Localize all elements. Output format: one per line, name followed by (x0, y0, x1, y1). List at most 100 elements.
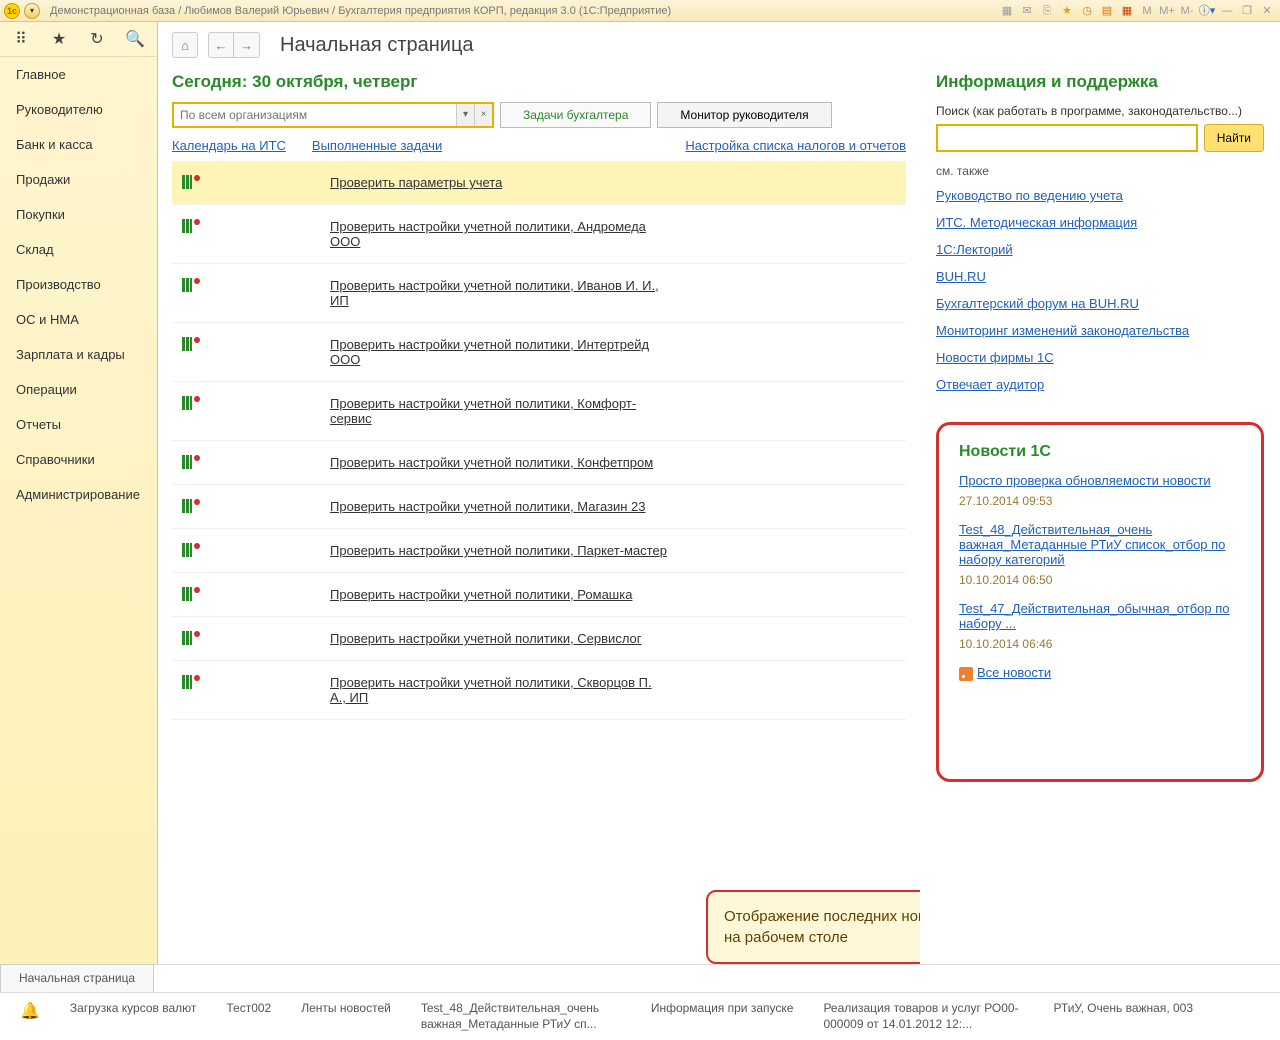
today-heading: Сегодня: 30 октября, четверг (172, 72, 906, 92)
maximize-icon[interactable]: ❐ (1238, 3, 1256, 19)
task-row[interactable]: Проверить настройки учетной политики, Ко… (172, 382, 906, 441)
home-button[interactable]: ⌂ (172, 32, 198, 58)
sidebar-item[interactable]: Зарплата и кадры (0, 337, 157, 372)
task-row[interactable]: Проверить настройки учетной политики, Ск… (172, 661, 906, 720)
task-icon (182, 219, 200, 233)
mem-m[interactable]: M (1138, 3, 1156, 19)
info-link[interactable]: ИТС. Методическая информация (936, 215, 1264, 230)
task-icon (182, 543, 200, 557)
apps-icon[interactable]: ⠿ (12, 30, 30, 48)
chevron-down-icon[interactable]: ▾ (456, 104, 474, 126)
sidebar-item[interactable]: Отчеты (0, 407, 157, 442)
task-link[interactable]: Проверить настройки учетной политики, Па… (330, 543, 667, 558)
info-link[interactable]: 1С:Лекторий (936, 242, 1264, 257)
sidebar-item[interactable]: Продажи (0, 162, 157, 197)
task-icon (182, 278, 200, 292)
news-link[interactable]: Test_47_Действительная_обычная_отбор по … (959, 601, 1241, 631)
sidebar-item[interactable]: Производство (0, 267, 157, 302)
info-link[interactable]: Руководство по ведению учета (936, 188, 1264, 203)
dropdown-icon[interactable]: ▾ (24, 3, 40, 19)
task-icon (182, 337, 200, 351)
sidebar-item[interactable]: Руководителю (0, 92, 157, 127)
sidebar: ⠿ ★ ↻ 🔍 ГлавноеРуководителюБанк и кассаП… (0, 22, 158, 964)
star-icon[interactable]: ★ (50, 30, 68, 48)
tab-monitor[interactable]: Монитор руководителя (657, 102, 831, 128)
sidebar-item[interactable]: Покупки (0, 197, 157, 232)
tab-tasks[interactable]: Задачи бухгалтера (500, 102, 651, 128)
sidebar-item[interactable]: Склад (0, 232, 157, 267)
sidebar-item[interactable]: Банк и касса (0, 127, 157, 162)
task-link[interactable]: Проверить настройки учетной политики, Ро… (330, 587, 632, 602)
status-item[interactable]: РТиУ, Очень важная, 003 (1053, 1001, 1193, 1032)
callout: Отображение последних новостей на рабоче… (706, 890, 920, 964)
task-row[interactable]: Проверить настройки учетной политики, Па… (172, 529, 906, 573)
info-icon[interactable]: ⓘ▾ (1198, 3, 1216, 19)
task-row[interactable]: Проверить настройки учетной политики, Ив… (172, 264, 906, 323)
task-link[interactable]: Проверить настройки учетной политики, Ин… (330, 337, 670, 367)
org-filter[interactable]: ▾ × (172, 102, 494, 128)
close-icon[interactable]: ✕ (1258, 3, 1276, 19)
title-bar: 1c ▾ Демонстрационная база / Любимов Вал… (0, 0, 1280, 22)
mem-mminus[interactable]: M- (1178, 3, 1196, 19)
search-input[interactable] (936, 124, 1198, 152)
task-row[interactable]: Проверить настройки учетной политики, Ро… (172, 573, 906, 617)
task-row[interactable]: Проверить настройки учетной политики, Се… (172, 617, 906, 661)
tool-icon[interactable]: ✉ (1018, 3, 1036, 19)
status-item[interactable]: Реализация товаров и услуг РО00-000009 о… (823, 1001, 1023, 1032)
all-news-link[interactable]: Все новости (977, 665, 1051, 680)
history-icon[interactable]: ↻ (88, 30, 106, 48)
info-link[interactable]: Новости фирмы 1С (936, 350, 1264, 365)
task-link[interactable]: Проверить настройки учетной политики, Ко… (330, 455, 653, 470)
clock-icon[interactable]: ◷ (1078, 3, 1096, 19)
task-link[interactable]: Проверить параметры учета (330, 175, 502, 190)
status-item[interactable]: Тест002 (226, 1001, 271, 1032)
task-row[interactable]: Проверить настройки учетной политики, Ин… (172, 323, 906, 382)
status-item[interactable]: Информация при запуске (651, 1001, 794, 1032)
info-link[interactable]: Мониторинг изменений законодательства (936, 323, 1264, 338)
back-button[interactable]: ← (208, 32, 234, 58)
link-calendar[interactable]: Календарь на ИТС (172, 138, 286, 153)
calc-icon[interactable]: ▤ (1098, 3, 1116, 19)
sidebar-item[interactable]: Главное (0, 57, 157, 92)
news-link[interactable]: Test_48_Действительная_очень важная_Мета… (959, 522, 1241, 567)
task-row[interactable]: Проверить настройки учетной политики, Ма… (172, 485, 906, 529)
task-link[interactable]: Проверить настройки учетной политики, Ск… (330, 675, 670, 705)
calendar-icon[interactable]: ▦ (1118, 3, 1136, 19)
task-link[interactable]: Проверить настройки учетной политики, Ан… (330, 219, 670, 249)
bottom-tab[interactable]: Начальная страница (0, 964, 154, 992)
task-row[interactable]: Проверить настройки учетной политики, Ан… (172, 205, 906, 264)
status-item[interactable]: Ленты новостей (301, 1001, 391, 1032)
task-icon (182, 396, 200, 410)
task-link[interactable]: Проверить настройки учетной политики, Ма… (330, 499, 646, 514)
task-link[interactable]: Проверить настройки учетной политики, Се… (330, 631, 642, 646)
forward-button[interactable]: → (234, 32, 260, 58)
org-input[interactable] (174, 104, 456, 126)
news-link[interactable]: Просто проверка обновляемости новости (959, 473, 1241, 488)
sidebar-item[interactable]: ОС и НМА (0, 302, 157, 337)
link-report-settings[interactable]: Настройка списка налогов и отчетов (685, 138, 906, 153)
tool-icon[interactable]: ⎘ (1038, 3, 1056, 19)
sidebar-item[interactable]: Операции (0, 372, 157, 407)
search-icon[interactable]: 🔍 (126, 30, 144, 48)
link-done-tasks[interactable]: Выполненные задачи (312, 138, 442, 153)
bell-icon[interactable]: 🔔 (20, 1001, 40, 1021)
task-icon (182, 499, 200, 513)
sidebar-item[interactable]: Администрирование (0, 477, 157, 512)
star-icon[interactable]: ★ (1058, 3, 1076, 19)
task-link[interactable]: Проверить настройки учетной политики, Ко… (330, 396, 670, 426)
task-row[interactable]: Проверить параметры учета (172, 161, 906, 205)
mem-mplus[interactable]: M+ (1158, 3, 1176, 19)
status-item[interactable]: Test_48_Действительная_очень важная_Мета… (421, 1001, 621, 1032)
minimize-icon[interactable]: — (1218, 3, 1236, 19)
info-link[interactable]: Отвечает аудитор (936, 377, 1264, 392)
callout-text: Отображение последних новостей на рабоче… (706, 890, 920, 964)
info-link[interactable]: BUH.RU (936, 269, 1264, 284)
tool-icon[interactable]: ▦ (998, 3, 1016, 19)
info-link[interactable]: Бухгалтерский форум на BUH.RU (936, 296, 1264, 311)
task-link[interactable]: Проверить настройки учетной политики, Ив… (330, 278, 670, 308)
sidebar-item[interactable]: Справочники (0, 442, 157, 477)
search-button[interactable]: Найти (1204, 124, 1264, 152)
task-row[interactable]: Проверить настройки учетной политики, Ко… (172, 441, 906, 485)
clear-icon[interactable]: × (474, 104, 492, 126)
status-item[interactable]: Загрузка курсов валют (70, 1001, 196, 1032)
